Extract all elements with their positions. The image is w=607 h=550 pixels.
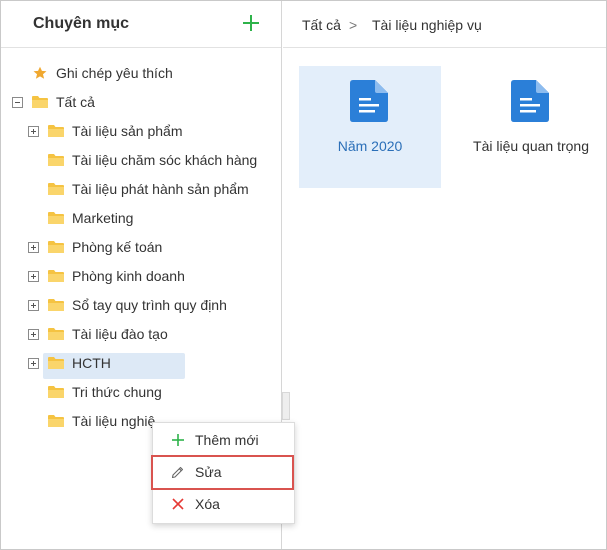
folder-icon: [32, 96, 48, 108]
folder-icon: [48, 212, 64, 224]
collapse-minus-icon[interactable]: [12, 97, 23, 108]
tree-item-accounting[interactable]: Phòng kế toán: [1, 234, 282, 260]
tree-item-hcth[interactable]: HCTH: [1, 350, 282, 376]
folder-icon: [48, 357, 64, 369]
tree-item-marketing[interactable]: Marketing: [1, 205, 282, 231]
document-icon: [511, 80, 549, 122]
tree-item-customer-care-docs[interactable]: Tài liệu chăm sóc khách hàng: [1, 147, 282, 173]
folder-icon: [48, 125, 64, 137]
tree-item-training-docs[interactable]: Tài liệu đào tạo: [1, 321, 282, 347]
context-menu-label: Thêm mới: [195, 432, 259, 448]
tree-item-label: Phòng kế toán: [72, 239, 163, 255]
tile-name: Tài liệu quan trọng: [473, 138, 589, 154]
tree-item-label: Sổ tay quy trình quy định: [72, 297, 227, 313]
breadcrumb-separator-chevron-right-icon: >: [349, 17, 358, 33]
sidebar-title: Chuyên mục: [33, 15, 130, 32]
folder-icon: [48, 386, 64, 398]
tree-item-general-knowledge[interactable]: Tri thức chung: [1, 379, 282, 405]
tree-item-label: Tài liệu sản phẩm: [72, 123, 183, 139]
tree-item-label: Tri thức chung: [72, 384, 162, 400]
tree-item-label: Tài liệu chăm sóc khách hàng: [72, 152, 258, 168]
context-menu-label: Xóa: [195, 496, 220, 512]
folder-icon: [48, 328, 64, 340]
expand-plus-icon[interactable]: [28, 300, 39, 311]
breadcrumb-root-link[interactable]: Tất cả: [302, 17, 341, 33]
star-icon: [33, 66, 47, 79]
folder-icon: [48, 415, 64, 427]
expand-plus-icon[interactable]: [28, 242, 39, 253]
plus-icon: [172, 434, 184, 446]
context-menu-add-item[interactable]: Thêm mới: [153, 425, 294, 455]
expand-plus-icon[interactable]: [28, 271, 39, 282]
tree-item-label: Tất cả: [56, 94, 95, 110]
main-content: Tất cả > Tài liệu nghiệp vụ Năm 2020 Tài…: [283, 1, 606, 549]
expand-plus-icon[interactable]: [28, 358, 39, 369]
folder-tile-important-docs[interactable]: Tài liệu quan trọng: [460, 66, 602, 188]
tree-item-label: Tài liệu phát hành sản phẩm: [72, 181, 249, 197]
tree-item-label: Phòng kinh doanh: [72, 268, 185, 284]
folder-icon: [48, 299, 64, 311]
folder-icon: [48, 241, 64, 253]
breadcrumb-current: Tài liệu nghiệp vụ: [372, 17, 482, 33]
expand-plus-icon[interactable]: [28, 329, 39, 340]
tree-item-all[interactable]: Tất cả: [1, 89, 282, 115]
edit-item-highlight-box: [151, 455, 294, 490]
expand-plus-icon[interactable]: [28, 126, 39, 137]
sidebar-header: Chuyên mục: [1, 1, 281, 48]
tree-item-label: Ghi chép yêu thích: [56, 65, 173, 81]
folder-icon: [48, 154, 64, 166]
folder-tile-2020[interactable]: Năm 2020: [299, 66, 441, 188]
document-icon: [350, 80, 388, 122]
tree-item-label: HCTH: [72, 355, 111, 371]
context-menu-delete-item[interactable]: Xóa: [153, 489, 294, 519]
folder-icon: [48, 270, 64, 282]
tree-item-product-docs[interactable]: Tài liệu sản phẩm: [1, 118, 282, 144]
breadcrumb: Tất cả > Tài liệu nghiệp vụ: [283, 1, 606, 48]
tree-item-favorites[interactable]: Ghi chép yêu thích: [1, 60, 282, 86]
close-icon: [172, 498, 184, 510]
tree-item-process-handbook[interactable]: Sổ tay quy trình quy định: [1, 292, 282, 318]
tree-item-label: Marketing: [72, 210, 134, 226]
tree-item-label: Tài liệu nghiệ: [72, 413, 156, 429]
tree-item-release-docs[interactable]: Tài liệu phát hành sản phẩm: [1, 176, 282, 202]
tree-item-sales[interactable]: Phòng kinh doanh: [1, 263, 282, 289]
tile-name: Năm 2020: [337, 138, 403, 154]
tree-item-label: Tài liệu đào tạo: [72, 326, 168, 342]
add-category-plus-icon[interactable]: [241, 13, 261, 33]
folder-icon: [48, 183, 64, 195]
